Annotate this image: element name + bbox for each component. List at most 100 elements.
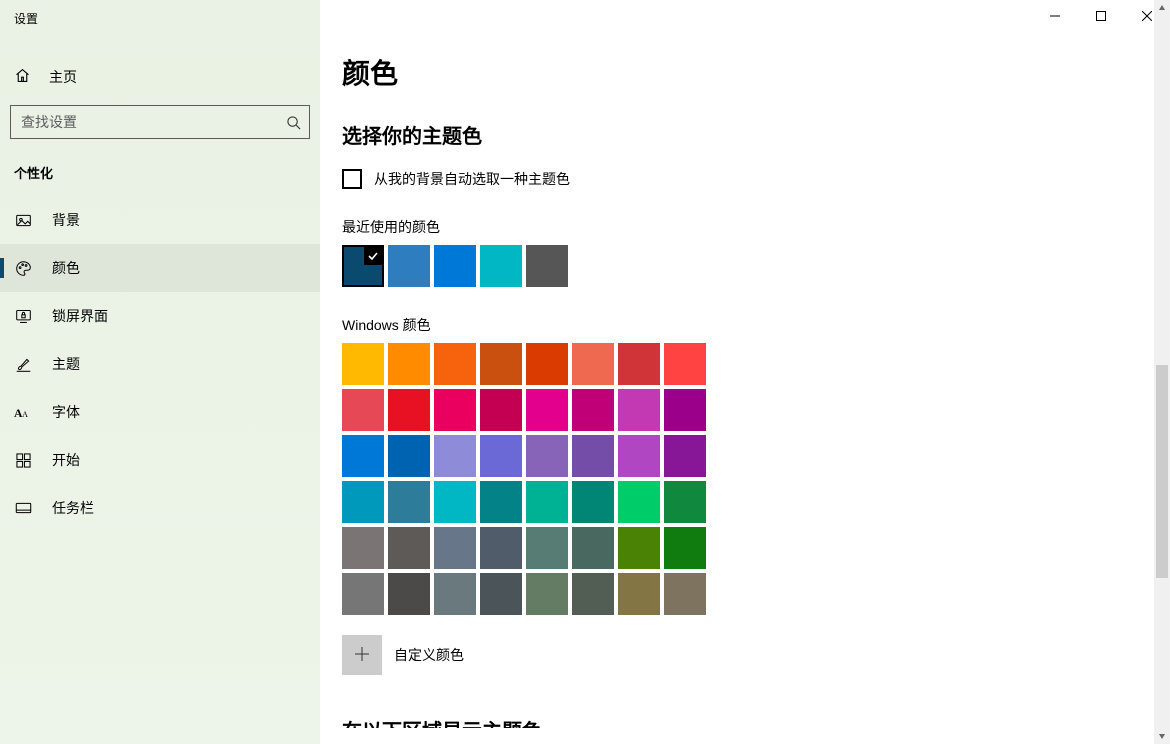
color-swatch[interactable] (526, 527, 568, 569)
color-swatch[interactable] (526, 435, 568, 477)
sidebar-item-start[interactable]: 开始 (0, 436, 320, 484)
color-swatch[interactable] (572, 481, 614, 523)
color-swatch[interactable] (572, 389, 614, 431)
color-swatch[interactable] (434, 527, 476, 569)
color-swatch[interactable] (618, 481, 660, 523)
color-swatch[interactable] (342, 343, 384, 385)
color-swatch[interactable] (388, 573, 430, 615)
palette-icon (14, 259, 32, 277)
color-swatch[interactable] (526, 343, 568, 385)
home-button[interactable]: 主页 (0, 57, 320, 97)
color-swatch[interactable] (388, 527, 430, 569)
scroll-track[interactable] (1154, 16, 1170, 728)
recent-color-swatch[interactable] (388, 245, 430, 287)
color-swatch[interactable] (434, 343, 476, 385)
show-accent-heading: 在以下区域显示主题色 (342, 715, 542, 744)
color-swatch[interactable] (664, 481, 706, 523)
custom-color-label: 自定义颜色 (394, 645, 464, 665)
color-swatch[interactable] (618, 389, 660, 431)
sidebar-item-label: 主题 (52, 354, 80, 374)
home-label: 主页 (49, 67, 77, 87)
color-swatch[interactable] (572, 343, 614, 385)
color-swatch[interactable] (342, 573, 384, 615)
search-input[interactable] (10, 105, 310, 139)
color-swatch[interactable] (434, 435, 476, 477)
color-swatch[interactable] (572, 435, 614, 477)
home-icon (14, 67, 31, 87)
color-swatch[interactable] (480, 481, 522, 523)
color-swatch[interactable] (342, 527, 384, 569)
sidebar-item-colors[interactable]: 颜色 (0, 244, 320, 292)
titlebar (1032, 0, 1170, 32)
search-icon (285, 114, 301, 130)
sidebar-item-background[interactable]: 背景 (0, 196, 320, 244)
section-title: 个性化 (0, 145, 320, 196)
svg-text:A: A (22, 410, 28, 419)
sidebar-item-label: 字体 (52, 402, 80, 422)
scroll-down-icon[interactable] (1154, 728, 1170, 744)
checkmark-icon (364, 247, 382, 265)
recent-color-swatch[interactable] (526, 245, 568, 287)
color-swatch[interactable] (572, 573, 614, 615)
color-swatch[interactable] (618, 573, 660, 615)
color-swatch[interactable] (480, 389, 522, 431)
color-swatch[interactable] (388, 389, 430, 431)
color-swatch[interactable] (526, 573, 568, 615)
sidebar-item-label: 任务栏 (52, 498, 94, 518)
color-swatch[interactable] (434, 481, 476, 523)
page-title: 颜色 (342, 52, 1154, 92)
color-swatch[interactable] (434, 573, 476, 615)
maximize-button[interactable] (1078, 0, 1124, 32)
sidebar-item-label: 背景 (52, 210, 80, 230)
sidebar-item-fonts[interactable]: AA 字体 (0, 388, 320, 436)
color-swatch[interactable] (526, 481, 568, 523)
color-swatch[interactable] (388, 343, 430, 385)
recent-color-swatch[interactable] (342, 245, 384, 287)
plus-icon (354, 646, 370, 665)
sidebar-item-label: 颜色 (52, 258, 80, 278)
color-swatch[interactable] (342, 481, 384, 523)
color-swatch[interactable] (664, 573, 706, 615)
minimize-button[interactable] (1032, 0, 1078, 32)
color-swatch[interactable] (664, 343, 706, 385)
scrollbar[interactable] (1154, 0, 1170, 744)
color-swatch[interactable] (480, 527, 522, 569)
color-swatch[interactable] (388, 435, 430, 477)
color-swatch[interactable] (388, 481, 430, 523)
color-swatch[interactable] (480, 343, 522, 385)
search-field[interactable] (19, 113, 285, 131)
auto-pick-checkbox[interactable]: 从我的背景自动选取一种主题色 (342, 169, 1154, 189)
color-swatch[interactable] (664, 435, 706, 477)
color-swatch[interactable] (572, 527, 614, 569)
windows-colors-label: Windows 颜色 (342, 315, 1154, 335)
lock-monitor-icon (14, 307, 32, 325)
color-swatch[interactable] (618, 527, 660, 569)
sidebar-item-lockscreen[interactable]: 锁屏界面 (0, 292, 320, 340)
fonts-icon: AA (14, 403, 32, 421)
color-swatch[interactable] (664, 389, 706, 431)
color-swatch[interactable] (480, 435, 522, 477)
color-swatch[interactable] (342, 389, 384, 431)
brush-icon (14, 355, 32, 373)
color-swatch[interactable] (664, 527, 706, 569)
color-swatch[interactable] (618, 343, 660, 385)
sidebar-item-themes[interactable]: 主题 (0, 340, 320, 388)
color-swatch[interactable] (434, 389, 476, 431)
recent-color-swatch[interactable] (434, 245, 476, 287)
taskbar-icon (14, 499, 32, 517)
custom-color-button[interactable] (342, 635, 382, 675)
color-swatch[interactable] (342, 435, 384, 477)
recent-color-swatch[interactable] (480, 245, 522, 287)
checkbox-icon (342, 169, 362, 189)
color-swatch[interactable] (618, 435, 660, 477)
start-icon (14, 451, 32, 469)
close-button[interactable] (1124, 0, 1170, 32)
sidebar-item-taskbar[interactable]: 任务栏 (0, 484, 320, 532)
scroll-thumb[interactable] (1156, 365, 1168, 579)
color-swatch[interactable] (480, 573, 522, 615)
sidebar-item-label: 锁屏界面 (52, 306, 108, 326)
picture-icon (14, 211, 32, 229)
color-swatch[interactable] (526, 389, 568, 431)
sidebar-item-label: 开始 (52, 450, 80, 470)
content: 颜色 选择你的主题色 从我的背景自动选取一种主题色 最近使用的颜色 Window… (320, 0, 1154, 744)
